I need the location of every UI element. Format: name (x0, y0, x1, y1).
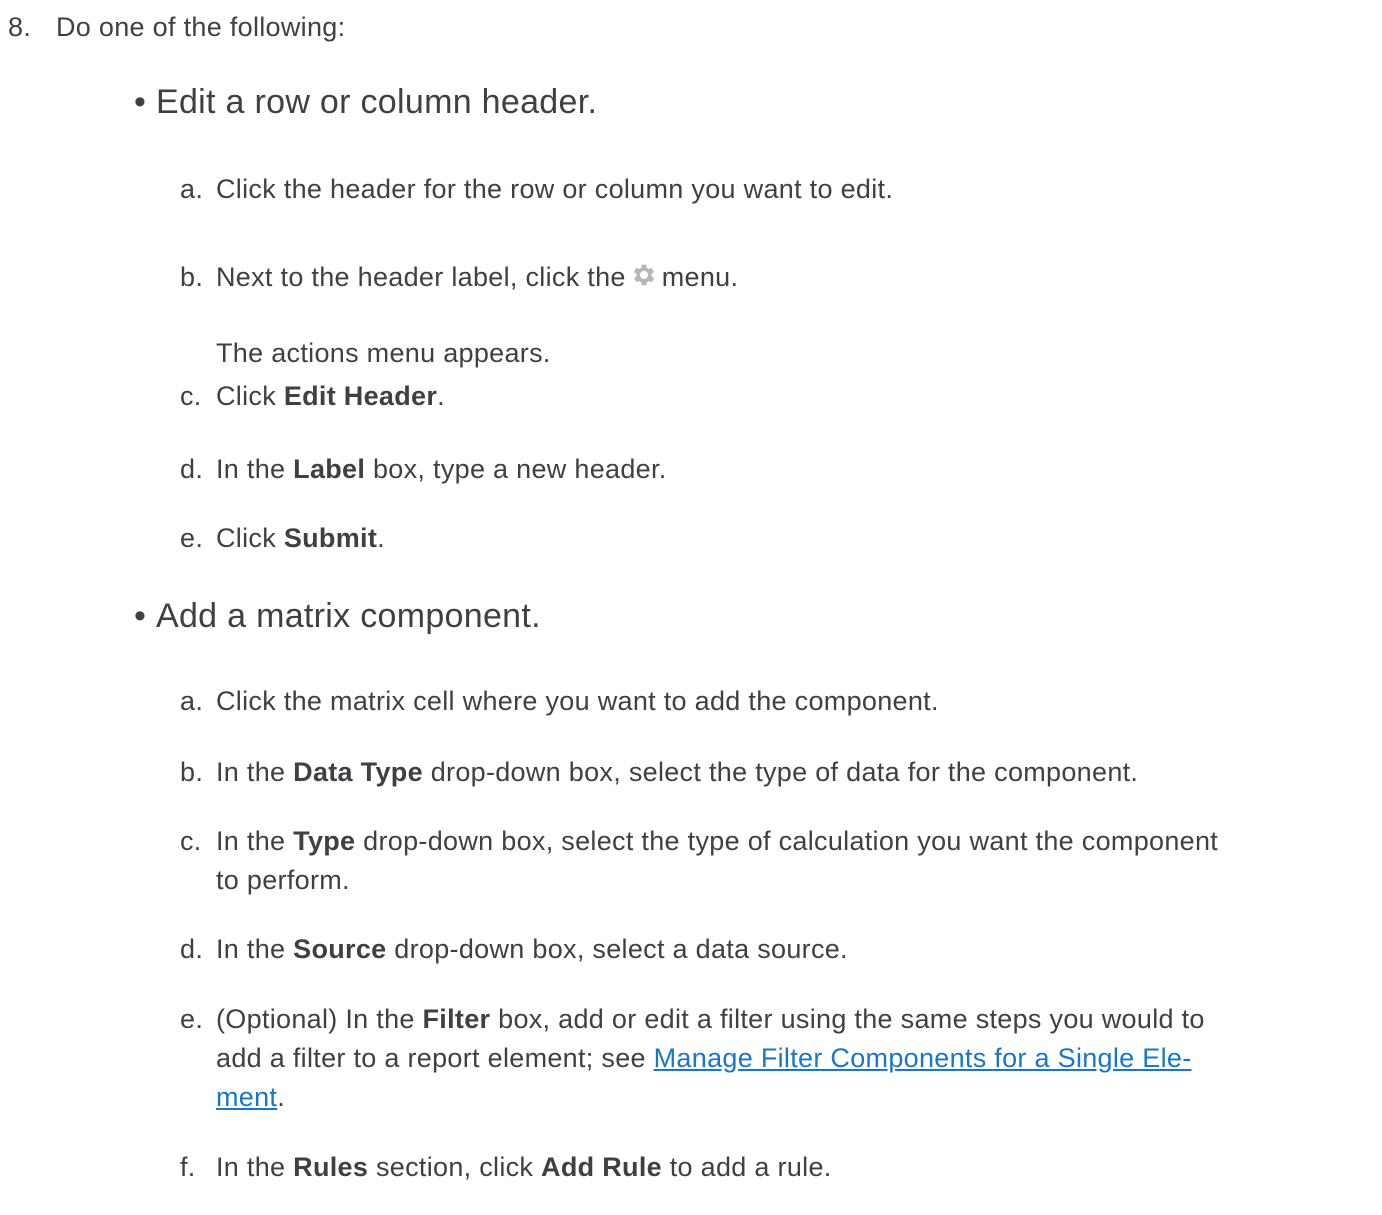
list-item: c. Click Edit Header. (180, 381, 445, 411)
manage-filter-link[interactable]: Manage Filter Components for a Single El… (654, 1043, 1192, 1073)
bullet-edit-header: • Edit a row or column header. (134, 82, 597, 122)
bullet-dot: • (134, 597, 147, 635)
list-item: c. In the Type drop-down box, select the … (180, 826, 1219, 856)
list-item-continuation: ment. (216, 1082, 286, 1112)
list-item: e. (Optional) In the Filter box, add or e… (180, 1004, 1205, 1034)
list-item: d. In the Label box, type a new header. (180, 454, 667, 484)
bullet-title: Add a matrix component. (156, 597, 541, 635)
gear-icon (630, 261, 658, 297)
list-item: e. Click Submit. (180, 523, 385, 553)
bullet-title: Edit a row or column header. (156, 83, 598, 121)
list-item: a. Click the matrix cell where you want t… (180, 686, 939, 716)
list-item: d. In the Source drop-down box, select a … (180, 934, 848, 964)
step-text: Do one of the following: (56, 12, 346, 42)
list-item: b. Next to the header label, click the me… (180, 260, 738, 297)
list-item: a. Click the header for the row or column… (180, 174, 894, 204)
bullet-add-component: • Add a matrix component. (134, 596, 541, 636)
bullet-dot: • (134, 83, 147, 121)
list-item-continuation: to perform. (216, 865, 350, 895)
manage-filter-link-cont[interactable]: ment (216, 1082, 277, 1112)
step-8: 8. Do one of the following: (0, 0, 600, 50)
note-text: The actions menu appears. (216, 338, 551, 368)
step-number: 8. (8, 12, 32, 42)
list-item: f. In the Rules section, click Add Rule t… (180, 1152, 832, 1182)
list-item: b. In the Data Type drop-down box, select… (180, 757, 1139, 787)
list-item-continuation: add a filter to a report element; see Ma… (216, 1043, 1192, 1073)
